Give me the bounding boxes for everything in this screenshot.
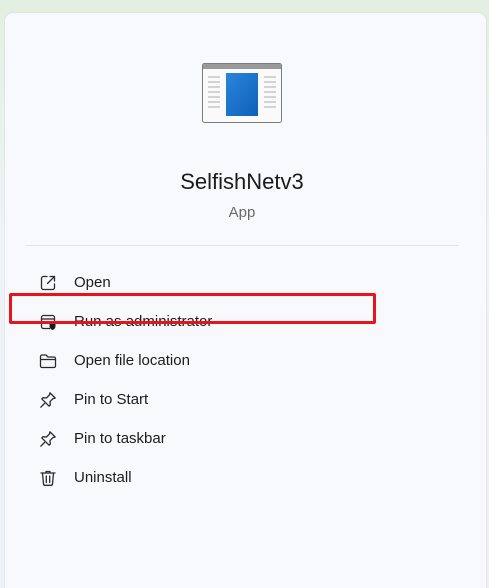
- trash-icon: [38, 468, 58, 488]
- menu-item-pin-to-start[interactable]: Pin to Start: [30, 380, 460, 419]
- menu-item-uninstall[interactable]: Uninstall: [30, 458, 460, 497]
- app-window-icon: [202, 63, 282, 123]
- menu-item-open-file-location[interactable]: Open file location: [30, 341, 460, 380]
- menu-item-label: Pin to taskbar: [74, 430, 166, 447]
- app-type-label: App: [228, 204, 256, 221]
- pin-icon: [38, 429, 58, 449]
- menu-item-label: Pin to Start: [74, 391, 149, 408]
- divider: [25, 245, 459, 246]
- highlight-annotation-box: [9, 293, 376, 324]
- app-name: SelfishNetv3: [180, 169, 304, 194]
- menu-item-label: Uninstall: [74, 469, 132, 486]
- menu-item-pin-to-taskbar[interactable]: Pin to taskbar: [30, 419, 460, 458]
- folder-icon: [38, 351, 58, 371]
- open-external-icon: [38, 273, 58, 293]
- menu-item-label: Open: [74, 274, 111, 291]
- pin-icon: [38, 390, 58, 410]
- menu-item-label: Open file location: [74, 352, 190, 369]
